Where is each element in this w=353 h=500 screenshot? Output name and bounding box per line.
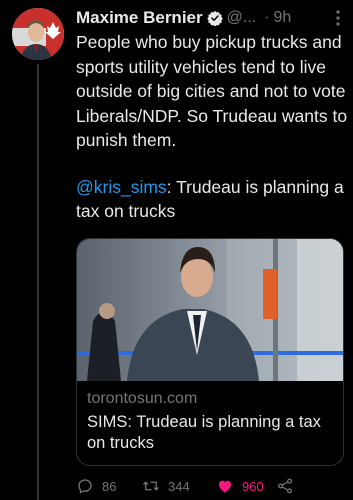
author-name[interactable]: Maxime Bernier [76,8,203,28]
avatar-image [12,8,64,60]
thread-line [37,64,39,500]
link-card[interactable]: torontosun.com SIMS: Trudeau is planning… [76,238,344,466]
tweet-header: Maxime Bernier @... · 9h [76,6,345,30]
tweet-actions: 86 344 960 [76,476,346,496]
verified-badge-icon [206,11,223,26]
share-icon [277,478,293,494]
tweet-timestamp[interactable]: 9h [274,9,292,27]
tweet-body: People who buy pickup trucks and sports … [76,30,348,224]
more-options-icon[interactable] [331,9,345,27]
separator-dot: · [264,9,270,26]
retweet-count: 344 [168,478,190,494]
reply-count: 86 [102,478,117,494]
like-count: 960 [242,478,264,494]
like-icon [219,480,231,493]
quoted-text: @kris_sims: Trudeau is planning a tax on… [76,175,348,224]
retweet-button[interactable]: 344 [142,477,216,495]
like-button[interactable]: 960 [216,477,276,495]
link-card-image [77,239,343,381]
author-handle[interactable]: @... [227,9,257,27]
reply-icon [78,479,92,494]
share-button[interactable] [276,477,302,495]
retweet-icon [143,481,159,491]
avatar[interactable] [12,8,64,60]
tweet-text: People who buy pickup trucks and sports … [76,32,348,150]
link-card-domain: torontosun.com [87,390,198,407]
reply-button[interactable]: 86 [76,477,142,495]
link-card-title: SIMS: Trudeau is planning a tax on truck… [87,413,321,452]
mention-link[interactable]: @kris_sims [76,177,167,197]
